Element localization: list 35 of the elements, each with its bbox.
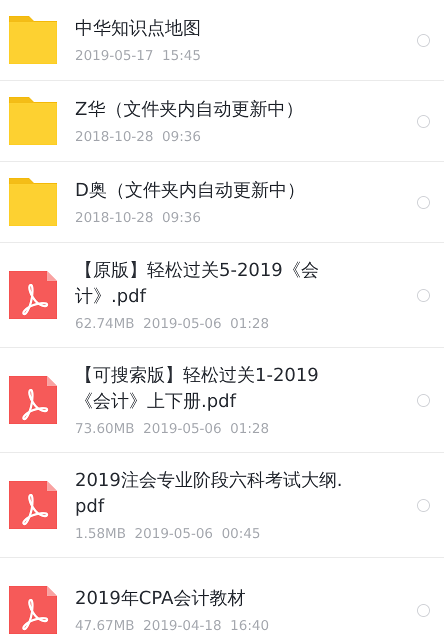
pdf-file-icon [9,271,57,319]
file-name: D奥（文件夹内自动更新中） [75,179,306,203]
file-details: 2018-10-28 09:36 [75,129,202,145]
file-row[interactable]: 【可搜索版】轻松过关1-2019《会计》上下册.pdf 73.60MB 2019-05-06 01:28 [0,348,444,453]
select-radio[interactable] [417,114,430,128]
select-radio[interactable] [417,34,430,46]
file-name: 2019注会专业阶段六科考试大纲.pdf [75,469,344,519]
select-radio[interactable] [417,288,430,302]
file-row[interactable]: Z华（文件夹内自动更新中） 2018-10-28 09:36 [0,81,444,162]
file-details: 2019-05-17 15:45 [75,48,202,64]
file-details: 1.58MB 2019-05-06 00:45 [75,526,262,542]
file-name: 【可搜索版】轻松过关1-2019《会计》上下册.pdf [75,364,320,414]
file-name: 2019年CPA会计教材 [75,587,246,611]
pdf-file-icon [9,586,57,634]
file-row[interactable]: 2019注会专业阶段六科考试大纲.pdf 1.58MB 2019-05-06 00:45 [0,453,444,558]
select-radio[interactable] [417,394,430,406]
file-name: 【原版】轻松过关5-2019《会计》.pdf [75,259,320,309]
pdf-file-icon [9,481,57,529]
file-details: 62.74MB 2019-05-06 01:28 [75,316,270,332]
pdf-file-icon [9,376,57,424]
file-name: Z华（文件夹内自动更新中） [75,98,304,122]
file-row[interactable]: 【原版】轻松过关5-2019《会计》.pdf 62.74MB 2019-05-06 01:28 [0,243,444,348]
folder-icon [9,16,57,64]
file-row[interactable]: 中华知识点地图 2019-05-17 15:45 [0,0,444,81]
select-radio[interactable] [417,498,430,512]
file-row[interactable]: D奥（文件夹内自动更新中） 2018-10-28 09:36 [0,162,444,243]
file-details: 47.67MB 2019-04-18 16:40 [75,618,270,634]
file-details: 2018-10-28 09:36 [75,210,202,226]
folder-icon [9,97,57,145]
select-radio[interactable] [417,196,430,208]
file-name: 中华知识点地图 [75,17,202,41]
file-details: 73.60MB 2019-05-06 01:28 [75,421,270,437]
folder-icon [9,178,57,226]
select-radio[interactable] [417,604,430,616]
file-row[interactable]: 2019年CPA会计教材 47.67MB 2019-04-18 16:40 [0,558,444,635]
